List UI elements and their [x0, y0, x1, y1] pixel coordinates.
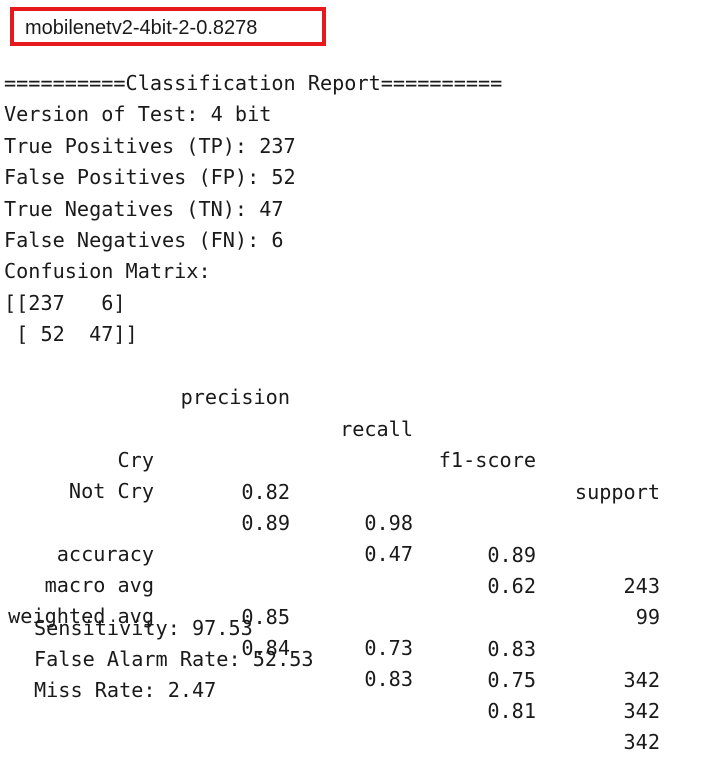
miss-rate-line: Miss Rate: 2.47 [34, 678, 217, 702]
support-cell: 342 [623, 668, 660, 693]
table-row: Not Cry 0.89 0.47 0.62 99 [0, 445, 703, 629]
recall-cell: 0.83 [364, 667, 413, 692]
confusion-matrix-row: [[237 6] [4, 291, 126, 315]
f1-score-cell: 0.81 [487, 698, 536, 723]
row-label: Not Cry [68, 479, 154, 504]
column-header-precision: precision [180, 385, 290, 410]
confusion-matrix-row: [ 52 47]] [4, 322, 138, 346]
recall-cell: 0.73 [364, 636, 413, 661]
confusion-matrix-label: Confusion Matrix: [4, 259, 211, 283]
column-header-support: support [574, 479, 660, 504]
report-header: ==========Classification Report=========… [4, 71, 503, 95]
table-row: accuracy 0.83 342 [0, 508, 703, 692]
title-highlight-box: mobilenetv2-4bit-2-0.8278 [10, 7, 326, 46]
support-cell: 342 [623, 730, 660, 755]
tp-line: True Positives (TP): 237 [4, 134, 296, 158]
false-alarm-rate-line: False Alarm Rate: 52.53 [34, 647, 314, 671]
model-title: mobilenetv2-4bit-2-0.8278 [25, 17, 258, 39]
fp-line: False Positives (FP): 52 [4, 165, 296, 189]
fn-line: False Negatives (FN): 6 [4, 228, 284, 252]
support-cell: 342 [623, 699, 660, 724]
support-cell: 99 [635, 605, 660, 630]
precision-cell: 0.82 [241, 479, 290, 504]
f1-score-cell: 0.75 [487, 667, 536, 692]
table-row: weighted avg 0.84 0.83 0.81 342 [0, 570, 703, 754]
table-header: precision recall f1-score support [0, 351, 703, 503]
tn-line: True Negatives (TN): 47 [4, 197, 284, 221]
version-line: Version of Test: 4 bit [4, 102, 272, 126]
sensitivity-line: Sensitivity: 97.53 [34, 616, 253, 640]
table-row: macro avg 0.85 0.73 0.75 342 [0, 539, 703, 723]
table-row: Cry 0.82 0.98 0.89 243 [0, 414, 703, 598]
f1-score-cell: 0.83 [487, 636, 536, 661]
